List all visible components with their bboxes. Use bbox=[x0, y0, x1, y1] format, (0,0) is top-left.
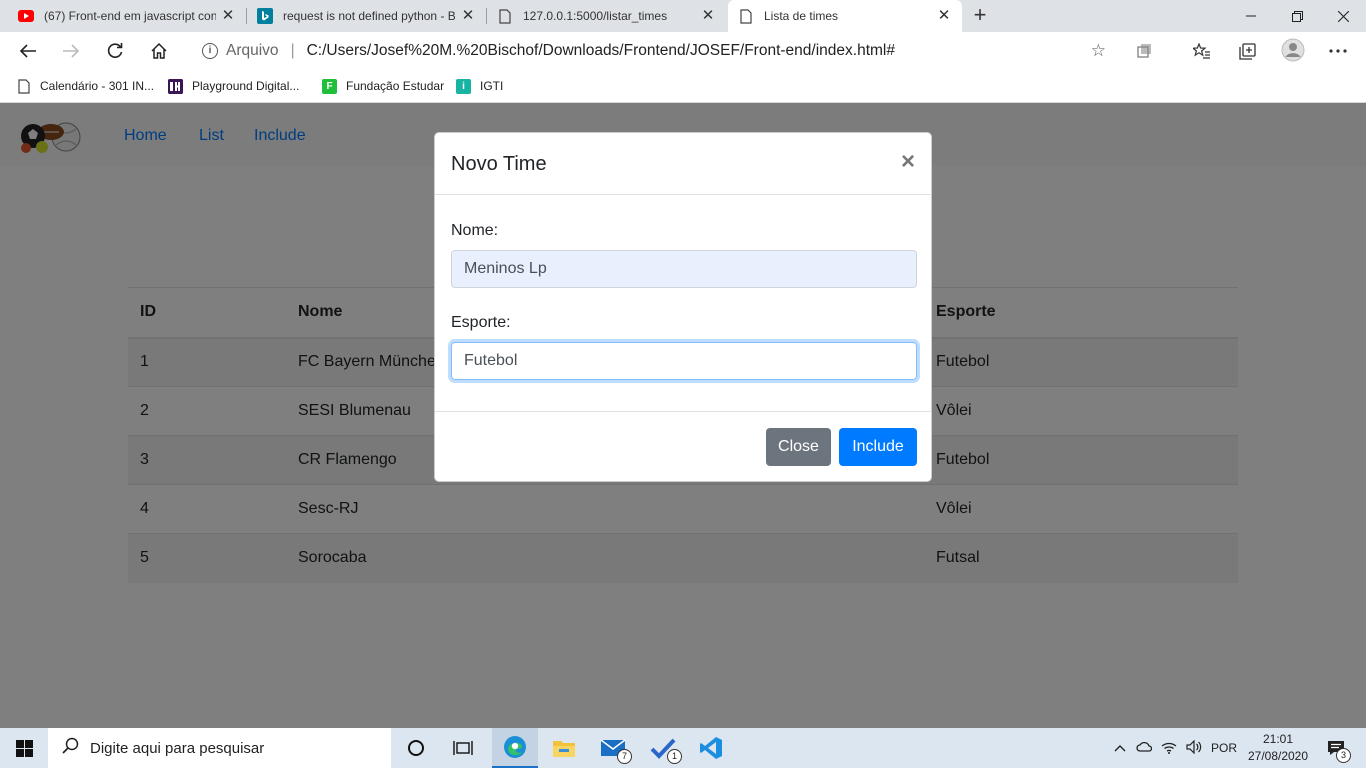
close-button[interactable]: Close bbox=[766, 428, 831, 466]
esporte-label: Esporte: bbox=[451, 314, 511, 331]
page-icon bbox=[16, 78, 31, 94]
esporte-input[interactable]: Futebol bbox=[451, 342, 917, 380]
task-view-icon[interactable] bbox=[443, 728, 483, 768]
home-icon[interactable] bbox=[144, 36, 174, 66]
restore-icon[interactable] bbox=[1274, 0, 1320, 32]
mail-badge: 7 bbox=[617, 749, 632, 764]
vscode-icon[interactable] bbox=[690, 728, 732, 768]
onedrive-cloud-icon[interactable] bbox=[1136, 741, 1153, 755]
bookmark-igti[interactable]: i IGTI bbox=[456, 77, 503, 95]
bookmark-label: Fundação Estudar bbox=[346, 79, 445, 93]
youtube-icon bbox=[18, 8, 34, 24]
forward-icon[interactable] bbox=[56, 36, 86, 66]
address-toolbar: i Arquivo | C:/Users/Josef%20M.%20Bischo… bbox=[0, 32, 1366, 70]
wifi-icon[interactable] bbox=[1161, 740, 1177, 757]
playground-icon bbox=[168, 78, 183, 94]
bookmarks-bar: Calendário - 301 IN... Playground Digita… bbox=[0, 70, 1366, 103]
tab-localhost[interactable]: 127.0.0.1:5000/listar_times ✕ bbox=[487, 0, 726, 32]
include-button[interactable]: Include bbox=[839, 428, 917, 466]
tab-close-icon[interactable]: ✕ bbox=[700, 8, 716, 24]
back-icon[interactable] bbox=[13, 36, 43, 66]
modal-header: Novo Time × bbox=[435, 133, 931, 195]
clock[interactable]: 21:01 27/08/2020 bbox=[1246, 731, 1310, 765]
close-icon[interactable]: × bbox=[901, 150, 915, 174]
clock-time: 21:01 bbox=[1262, 732, 1294, 746]
info-icon[interactable]: i bbox=[202, 43, 218, 59]
tab-title: 127.0.0.1:5000/listar_times bbox=[523, 9, 668, 23]
page-icon bbox=[738, 8, 754, 24]
modal-title: Novo Time bbox=[451, 153, 547, 175]
bookmark-playground[interactable]: Playground Digital... bbox=[168, 77, 299, 95]
clock-date: 27/08/2020 bbox=[1247, 749, 1309, 763]
taskbar-search[interactable]: Digite aqui para pesquisar bbox=[48, 728, 391, 768]
bookmark-label: IGTI bbox=[480, 79, 504, 93]
language-indicator[interactable]: POR bbox=[1211, 741, 1237, 755]
address-bar[interactable]: i Arquivo | C:/Users/Josef%20M.%20Bischo… bbox=[188, 36, 1118, 66]
scheme-label: Arquivo bbox=[226, 42, 279, 59]
collections-icon[interactable] bbox=[1134, 40, 1156, 62]
todo-badge: 1 bbox=[667, 749, 682, 764]
chevron-up-icon[interactable] bbox=[1114, 741, 1126, 755]
nome-label: Nome: bbox=[451, 222, 499, 239]
system-tray: POR bbox=[1114, 728, 1237, 768]
notifications-badge: 3 bbox=[1336, 748, 1351, 763]
browser-tab-strip: (67) Front-end em javascript con ✕ reque… bbox=[0, 0, 1366, 32]
more-options-icon[interactable] bbox=[1327, 40, 1349, 62]
modal-footer: Close Include bbox=[435, 411, 931, 482]
tab-title: (67) Front-end em javascript con bbox=[44, 9, 216, 23]
volume-icon[interactable] bbox=[1186, 739, 1202, 757]
close-window-icon[interactable] bbox=[1320, 0, 1366, 32]
windows-taskbar: Digite aqui para pesquisar 7 1 POR 21:01… bbox=[0, 728, 1366, 768]
divider: | bbox=[290, 42, 295, 59]
tab-youtube[interactable]: (67) Front-end em javascript con ✕ bbox=[0, 0, 246, 32]
page-icon bbox=[497, 8, 513, 24]
fundacao-icon: F bbox=[322, 78, 337, 94]
notifications-icon[interactable]: 3 bbox=[1318, 728, 1354, 768]
file-explorer-icon[interactable] bbox=[542, 728, 586, 768]
search-icon bbox=[62, 737, 80, 760]
igti-icon: i bbox=[456, 78, 471, 94]
windows-start-icon[interactable] bbox=[0, 728, 48, 768]
url-text[interactable]: C:/Users/Josef%20M.%20Bischof/Downloads/… bbox=[307, 42, 895, 60]
tab-lista-de-times[interactable]: Lista de times ✕ bbox=[728, 0, 962, 32]
bookmark-calendario[interactable]: Calendário - 301 IN... bbox=[16, 77, 154, 95]
favorites-list-icon[interactable] bbox=[1191, 40, 1213, 62]
page-viewport: Home List Include ID Nome Esporte 1 FC B… bbox=[0, 103, 1366, 728]
cortana-icon[interactable] bbox=[396, 728, 436, 768]
minimize-icon[interactable] bbox=[1228, 0, 1274, 32]
mail-icon[interactable]: 7 bbox=[590, 728, 636, 768]
profile-avatar-icon[interactable] bbox=[1280, 37, 1306, 63]
collections-add-icon[interactable] bbox=[1236, 40, 1258, 62]
tab-close-icon[interactable]: ✕ bbox=[220, 8, 236, 24]
favorite-star-icon[interactable]: ☆ bbox=[1091, 41, 1106, 61]
new-tab-icon[interactable]: + bbox=[968, 4, 992, 28]
tab-close-icon[interactable]: ✕ bbox=[460, 8, 476, 24]
nome-input[interactable]: Meninos Lp bbox=[451, 250, 917, 288]
bookmark-fundacao-estudar[interactable]: F Fundação Estudar bbox=[322, 77, 444, 95]
bing-icon bbox=[257, 8, 273, 24]
nome-input-value: Meninos Lp bbox=[464, 260, 547, 277]
novo-time-modal: Novo Time × Nome: Meninos Lp Esporte: Fu… bbox=[434, 132, 932, 482]
bookmark-label: Calendário - 301 IN... bbox=[40, 79, 155, 93]
search-placeholder: Digite aqui para pesquisar bbox=[90, 739, 265, 757]
edge-taskbar-icon[interactable] bbox=[492, 728, 538, 768]
bookmark-label: Playground Digital... bbox=[192, 79, 300, 93]
tab-close-icon[interactable]: ✕ bbox=[936, 8, 952, 24]
todo-icon[interactable]: 1 bbox=[640, 728, 686, 768]
tab-bing[interactable]: request is not defined python - B ✕ bbox=[247, 0, 486, 32]
tab-title: Lista de times bbox=[764, 9, 839, 23]
tab-title: request is not defined python - B bbox=[283, 9, 455, 23]
esporte-input-value: Futebol bbox=[464, 352, 518, 369]
refresh-icon[interactable] bbox=[100, 36, 130, 66]
